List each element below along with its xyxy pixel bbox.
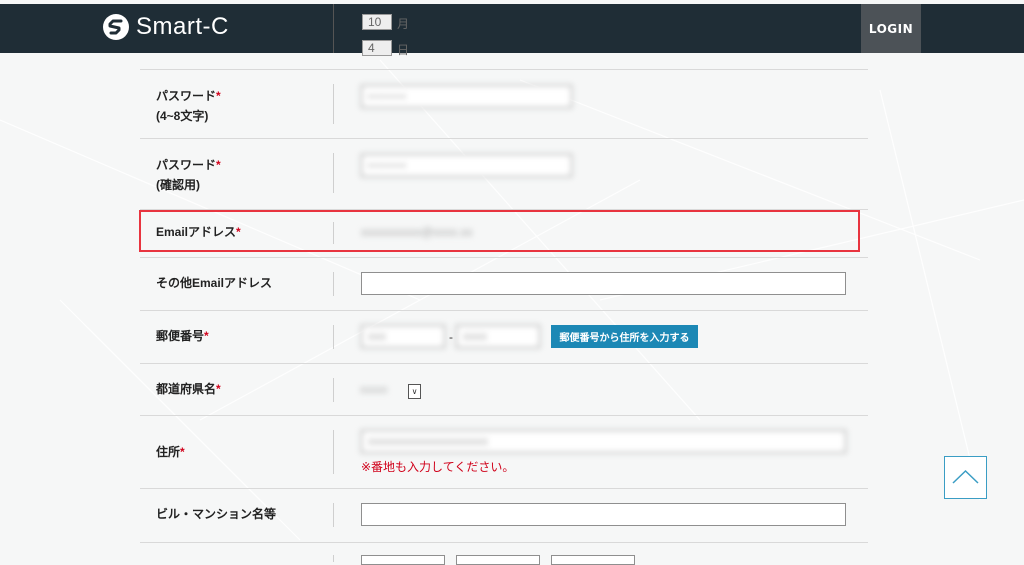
chevron-up-icon bbox=[952, 469, 979, 484]
partial-input-3[interactable] bbox=[551, 555, 635, 565]
login-button[interactable]: LOGIN bbox=[861, 4, 921, 53]
password-confirm-label-text: パスワード bbox=[156, 158, 217, 172]
building-label: ビル・マンション名等 bbox=[156, 507, 277, 521]
column-divider bbox=[333, 503, 334, 527]
column-divider bbox=[333, 378, 334, 402]
password-input[interactable]: •••••••• bbox=[361, 85, 572, 108]
address-row: 住所* xxxxxxxxxxxxxxxxxxxx ※番地も入力してください。 bbox=[140, 415, 868, 488]
scroll-to-top-button[interactable] bbox=[944, 456, 987, 499]
header-peek-divider bbox=[333, 4, 334, 53]
prefecture-label-text: 都道府県名 bbox=[156, 382, 217, 396]
password-label-text: パスワード bbox=[156, 89, 217, 103]
column-divider bbox=[333, 153, 334, 193]
logo-text: Smart-C bbox=[136, 13, 229, 40]
password-label: パスワード* (4~8文字) bbox=[156, 86, 221, 126]
birth-day-peek-value: 4 bbox=[368, 41, 375, 55]
prefecture-label: 都道府県名* bbox=[156, 379, 221, 399]
column-divider bbox=[333, 430, 334, 474]
address-label-text: 住所 bbox=[156, 445, 181, 459]
column-divider bbox=[333, 272, 334, 296]
prefecture-selected-value: xxxxx bbox=[360, 384, 388, 396]
other-email-label: その他Emailアドレス bbox=[156, 276, 273, 290]
password-confirm-row: パスワード* (確認用) •••••••• bbox=[140, 138, 868, 209]
address-input[interactable]: xxxxxxxxxxxxxxxxxxxx bbox=[361, 430, 846, 453]
partial-input-2[interactable] bbox=[456, 555, 540, 565]
email-highlight-box bbox=[139, 210, 860, 252]
birth-day-peek-field bbox=[362, 40, 392, 56]
partial-input-1[interactable] bbox=[361, 555, 445, 565]
prefecture-select[interactable]: xxxxx ∨ bbox=[360, 384, 421, 399]
password-confirm-input[interactable]: •••••••• bbox=[361, 154, 572, 177]
password-sublabel: (4~8文字) bbox=[156, 109, 209, 123]
next-row-partial bbox=[140, 542, 868, 565]
logo[interactable]: Smart-C bbox=[102, 13, 229, 41]
column-divider bbox=[333, 84, 334, 124]
birth-month-peek-unit: 月 bbox=[397, 17, 410, 31]
required-mark: * bbox=[216, 382, 221, 396]
password-confirm-label: パスワード* (確認用) bbox=[156, 155, 221, 195]
address-note: ※番地も入力してください。 bbox=[361, 460, 515, 474]
chevron-down-icon[interactable]: ∨ bbox=[408, 384, 421, 399]
password-row: パスワード* (4~8文字) •••••••• bbox=[140, 69, 868, 138]
address-label: 住所* bbox=[156, 442, 185, 462]
required-mark: * bbox=[180, 445, 185, 459]
postal-code-first-input[interactable]: xxx bbox=[361, 325, 445, 348]
birth-month-peek-value: 10 bbox=[368, 15, 382, 29]
postal-lookup-button[interactable]: 郵便番号から住所を入力する bbox=[551, 325, 698, 348]
prefecture-row: 都道府県名* xxxxx ∨ bbox=[140, 363, 868, 415]
postal-code-separator: - bbox=[449, 330, 453, 344]
postal-code-second-input[interactable]: xxxx bbox=[456, 325, 540, 348]
required-mark: * bbox=[216, 158, 221, 172]
building-row: ビル・マンション名等 bbox=[140, 488, 868, 542]
building-input[interactable] bbox=[361, 503, 846, 526]
other-email-input[interactable] bbox=[361, 272, 846, 295]
password-confirm-sublabel: (確認用) bbox=[156, 178, 200, 192]
postal-code-row: 郵便番号* xxx - xxxx 郵便番号から住所を入力する bbox=[140, 310, 868, 363]
smart-c-logo-icon bbox=[103, 14, 129, 40]
required-mark: * bbox=[216, 89, 221, 103]
other-email-row: その他Emailアドレス bbox=[140, 257, 868, 310]
birth-day-peek-unit: 日 bbox=[397, 43, 410, 57]
site-header: Smart-C 10 月 4 日 LOGIN bbox=[0, 4, 1024, 57]
